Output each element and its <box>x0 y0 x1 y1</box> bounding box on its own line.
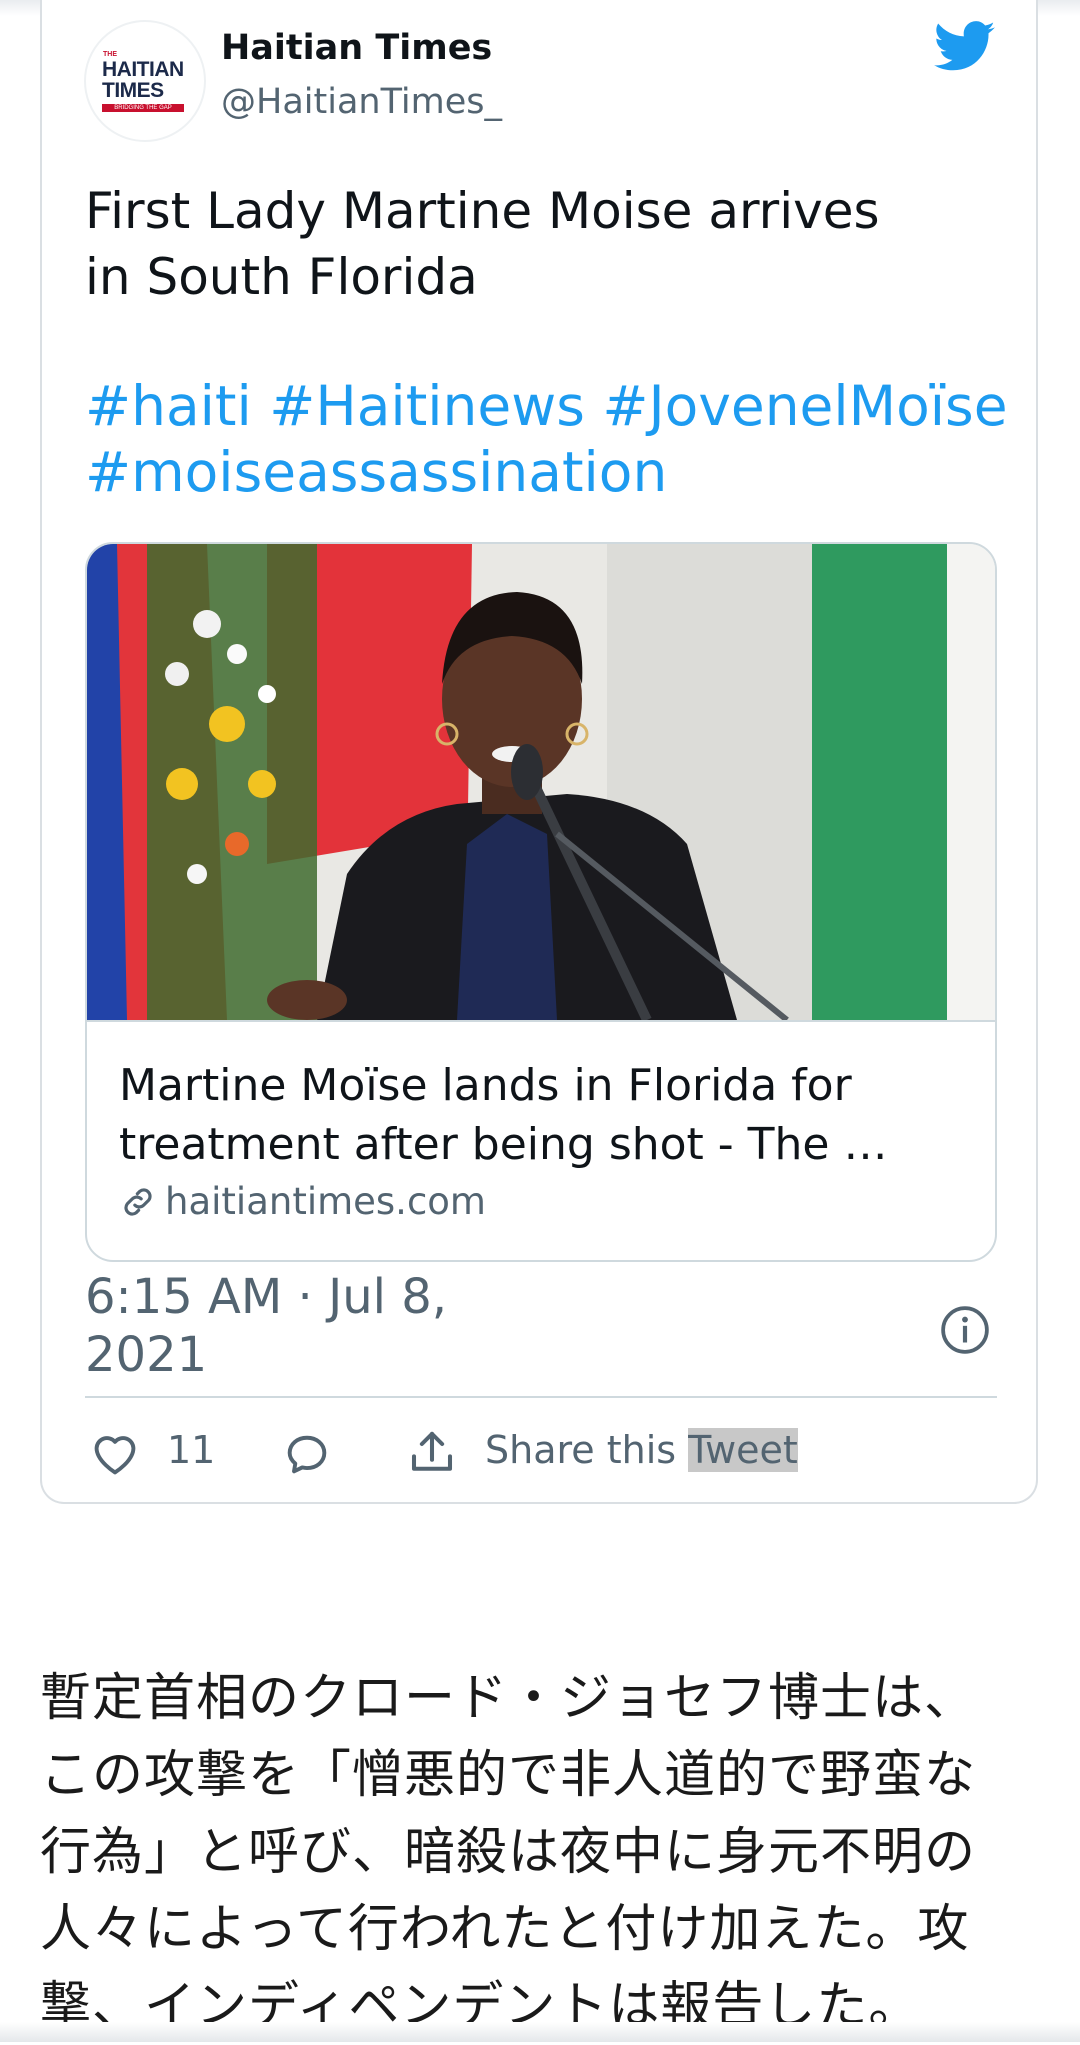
link-preview-card[interactable]: Martine Moïse lands in Florida for treat… <box>85 542 997 1262</box>
link-domain-text: haitiantimes.com <box>165 1180 486 1223</box>
hashtag-link[interactable]: #JovenelMoïse <box>602 374 1007 438</box>
author-avatar[interactable]: THE HAITIAN TIMES BRIDGING THE GAP <box>84 20 206 142</box>
tweet-action-bar: 11 Share this Tweet <box>85 1420 997 1490</box>
tweet-divider <box>85 1396 997 1398</box>
hashtag-link[interactable]: #moiseassassination <box>85 440 667 504</box>
avatar-logo-line2: TIMES <box>102 78 164 102</box>
heart-icon[interactable] <box>89 1428 141 1480</box>
share-label-text: Share this <box>485 1428 689 1472</box>
article-line: この攻撃を「憎悪的で非人道的で野蛮な <box>40 1746 977 1805</box>
article-line: 暫定首相のクロード・ジョセフ博士は、 <box>40 1669 977 1728</box>
share-label-highlight: Tweet <box>688 1428 798 1472</box>
tweet-text-line: in South Florida <box>85 248 478 306</box>
link-title-line: treatment after being shot - The … <box>119 1119 888 1170</box>
bottom-edge-shade <box>0 2022 1080 2042</box>
tweet-hashtags: #haiti #Haitinews #JovenelMoïse #moiseas… <box>85 373 1015 505</box>
article-paragraph: 暫定首相のクロード・ジョセフ博士は、 この攻撃を「憎悪的で非人道的で野蛮な 行為… <box>40 1660 1050 2045</box>
info-icon[interactable] <box>940 1305 990 1355</box>
share-upload-icon[interactable] <box>405 1426 459 1480</box>
link-preview-title[interactable]: Martine Moïse lands in Florida for treat… <box>119 1056 969 1174</box>
link-preview-image[interactable] <box>87 544 995 1022</box>
article-line: 行為」と呼び、暗殺は夜中に身元不明の <box>40 1823 977 1882</box>
author-name[interactable]: Haitian Times <box>221 28 492 68</box>
twitter-bird-icon[interactable] <box>934 20 996 74</box>
hashtag-link[interactable]: #haiti <box>85 374 252 438</box>
like-count[interactable]: 11 <box>167 1428 215 1472</box>
link-title-line: Martine Moïse lands in Florida for <box>119 1060 852 1111</box>
tweet-text: First Lady Martine Moise arrives in Sout… <box>85 178 995 310</box>
timestamp-line: 2021 <box>85 1327 208 1383</box>
author-handle[interactable]: @HaitianTimes_ <box>221 82 502 122</box>
avatar-logo-line1: HAITIAN <box>102 57 184 81</box>
article-line: 人々によって行われたと付け加えた。攻 <box>40 1900 970 1959</box>
tweet-text-line: First Lady Martine Moise arrives <box>85 182 880 240</box>
avatar-logo-tagline: BRIDGING THE GAP <box>102 103 184 112</box>
link-chain-icon <box>124 1187 152 1216</box>
tweet-timestamp[interactable]: 6:15 AM · Jul 8, 2021 <box>85 1268 447 1384</box>
share-tweet-link[interactable]: Share this Tweet <box>485 1428 798 1472</box>
timestamp-line: 6:15 AM · Jul 8, <box>85 1269 448 1325</box>
link-preview-domain[interactable]: haitiantimes.com <box>119 1180 486 1223</box>
reply-bubble-icon[interactable] <box>281 1428 333 1480</box>
speaker-photo <box>87 544 995 1020</box>
hashtag-link[interactable]: #Haitinews <box>269 374 585 438</box>
